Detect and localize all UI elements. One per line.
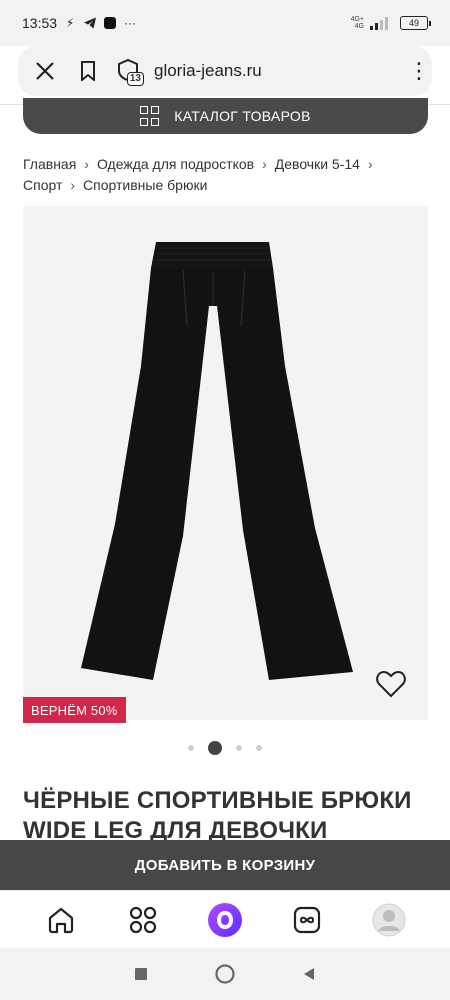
tab-count: 13 — [126, 72, 144, 86]
pants-image — [81, 242, 353, 680]
flash-icon: ⚡ — [65, 16, 75, 30]
nav-loyalty[interactable] — [289, 902, 325, 938]
gallery-dot-active[interactable] — [208, 741, 222, 755]
chevron-right-icon: › — [367, 156, 373, 172]
gallery-dot[interactable] — [256, 745, 262, 751]
app-notification-icon — [103, 16, 117, 30]
bookmark-icon[interactable] — [78, 59, 98, 83]
status-bar: 13:53 ⚡ ··· 4G+ 4G 49 — [0, 0, 450, 46]
telegram-icon — [83, 16, 97, 30]
gallery-pagination — [0, 738, 450, 758]
breadcrumb-sport[interactable]: Спорт — [23, 177, 62, 193]
catalog-icon — [129, 906, 157, 933]
add-to-cart-button[interactable]: ДОБАВИТЬ В КОРЗИНУ — [0, 840, 450, 890]
product-image[interactable] — [23, 206, 428, 720]
loyalty-icon — [293, 906, 321, 933]
signal-icon — [370, 16, 394, 30]
grid-icon — [140, 106, 160, 126]
battery-icon: 49 — [400, 16, 431, 30]
gallery-dot[interactable] — [188, 745, 194, 751]
back-icon[interactable] — [301, 966, 317, 982]
chevron-right-icon: › — [70, 177, 76, 193]
more-notifications-icon: ··· — [124, 16, 137, 30]
home-icon — [48, 907, 74, 933]
status-time: 13:53 — [22, 15, 58, 31]
breadcrumb-girls[interactable]: Девочки 5-14 — [275, 156, 360, 172]
nav-alice[interactable] — [207, 902, 243, 938]
close-icon[interactable] — [32, 58, 58, 84]
network-type-bottom: 4G — [354, 23, 364, 30]
catalog-button-label: КАТАЛОГ ТОВАРОВ — [174, 108, 311, 124]
breadcrumb-teen-clothes[interactable]: Одежда для подростков — [97, 156, 254, 172]
home-button-icon[interactable] — [214, 963, 236, 985]
alice-icon — [208, 902, 242, 937]
network-type-top: 4G+ — [350, 16, 364, 23]
gallery-dot[interactable] — [236, 745, 242, 751]
profile-icon — [372, 903, 406, 936]
tabs-button[interactable]: 13 — [116, 58, 144, 86]
nav-catalog[interactable] — [125, 902, 161, 938]
breadcrumb: Главная › Одежда для подростков › Девочки 5-… — [23, 154, 433, 196]
chevron-right-icon: › — [84, 156, 89, 172]
status-right: 4G+ 4G 49 — [351, 16, 431, 30]
breadcrumb-sport-pants[interactable]: Спортивные брюки — [83, 177, 207, 193]
promo-badge: ВЕРНЁМ 50% — [23, 697, 126, 723]
url-text[interactable]: gloria-jeans.ru — [154, 61, 262, 81]
heart-icon[interactable] — [376, 670, 406, 698]
status-left: 13:53 ⚡ ··· — [22, 15, 137, 31]
browser-url-bar: 13 gloria-jeans.ru ⋮ — [18, 46, 432, 96]
breadcrumb-home[interactable]: Главная — [23, 156, 76, 172]
system-navigation-bar — [0, 948, 450, 1000]
recents-icon[interactable] — [133, 966, 149, 982]
chevron-right-icon: › — [262, 156, 267, 172]
more-menu-icon[interactable]: ⋮ — [408, 60, 430, 82]
bottom-nav — [0, 890, 450, 948]
network-indicator: 4G+ 4G — [351, 16, 364, 30]
nav-profile[interactable] — [371, 902, 407, 938]
catalog-button[interactable]: КАТАЛОГ ТОВАРОВ — [23, 98, 428, 134]
add-to-cart-label: ДОБАВИТЬ В КОРЗИНУ — [134, 856, 316, 874]
product-title: ЧЁРНЫЕ СПОРТИВНЫЕ БРЮКИ WIDE LEG ДЛЯ ДЕВ… — [23, 787, 412, 844]
battery-level: 49 — [408, 18, 419, 28]
nav-home[interactable] — [43, 902, 79, 938]
